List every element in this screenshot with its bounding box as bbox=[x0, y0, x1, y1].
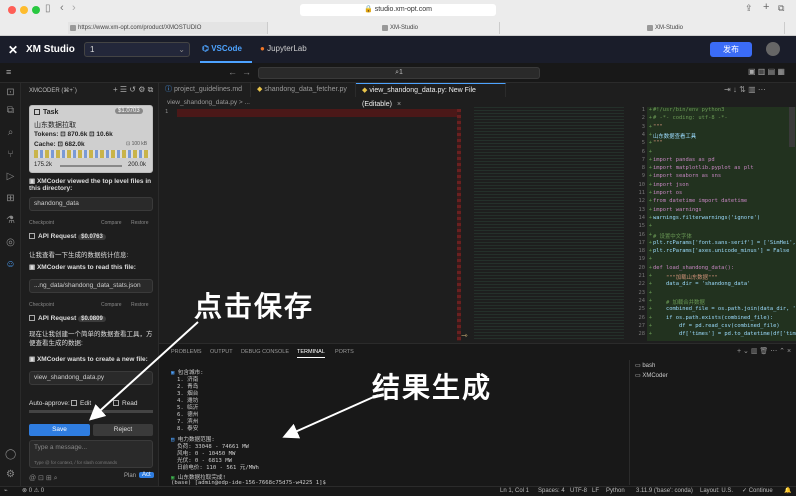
arrow-to-save bbox=[89, 321, 199, 421]
annotation-arrows bbox=[89, 321, 379, 439]
arrow-to-terminal bbox=[282, 394, 379, 439]
